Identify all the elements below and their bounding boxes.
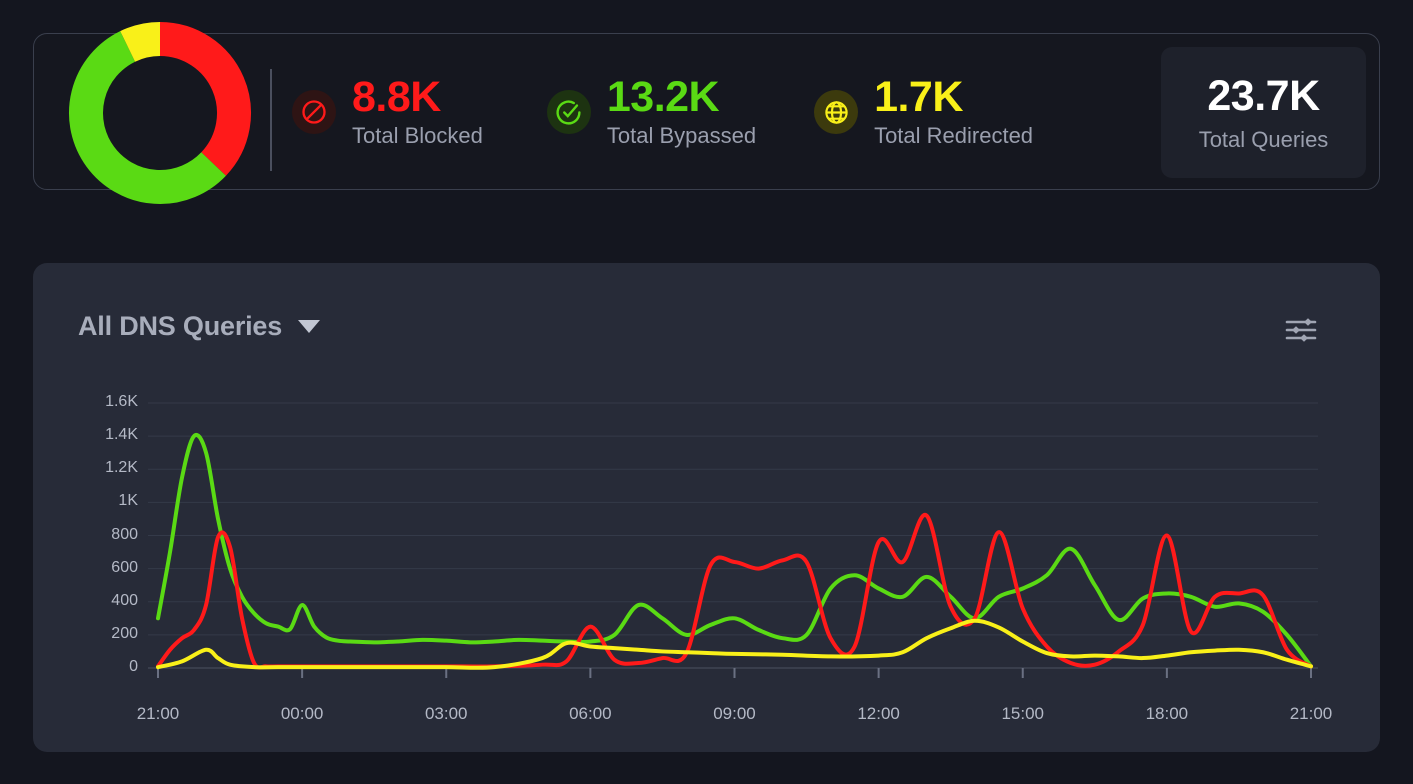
globe-icon xyxy=(814,90,858,134)
chart-plot-area xyxy=(33,263,1380,752)
x-axis-tick-label: 21:00 xyxy=(118,704,198,724)
y-axis-tick-label: 600 xyxy=(78,559,138,577)
x-axis-tick-label: 09:00 xyxy=(695,704,775,724)
y-axis-tick-label: 800 xyxy=(78,526,138,544)
stat-bypassed-label: Total Bypassed xyxy=(607,123,756,149)
blocked-icon xyxy=(292,90,336,134)
stat-redirected-text: 1.7K Total Redirected xyxy=(874,76,1033,150)
query-distribution-donut xyxy=(62,15,258,211)
stat-blocked-value: 8.8K xyxy=(352,76,483,120)
y-axis-tick-label: 1.2K xyxy=(78,459,138,477)
x-axis-tick-label: 03:00 xyxy=(406,704,486,724)
stat-bypassed-value: 13.2K xyxy=(607,76,756,120)
donut-segment-blocked xyxy=(160,39,234,164)
stat-blocked-text: 8.8K Total Blocked xyxy=(352,76,483,150)
total-queries-value: 23.7K xyxy=(1207,72,1319,121)
stat-blocked-label: Total Blocked xyxy=(352,123,483,149)
x-axis-tick-label: 18:00 xyxy=(1127,704,1207,724)
stat-bypassed-text: 13.2K Total Bypassed xyxy=(607,76,756,150)
series-line-blocked xyxy=(158,515,1311,668)
donut-segment-redirected xyxy=(128,39,160,46)
series-line-redirected xyxy=(158,621,1311,668)
total-queries-label: Total Queries xyxy=(1199,127,1329,153)
summary-card: 8.8K Total Blocked 13.2K Total Bypassed xyxy=(33,33,1380,190)
stat-bypassed[interactable]: 13.2K Total Bypassed xyxy=(547,76,756,150)
y-axis-tick-label: 400 xyxy=(78,592,138,610)
stat-redirected[interactable]: 1.7K Total Redirected xyxy=(814,76,1033,150)
donut-svg xyxy=(62,15,258,211)
stat-redirected-value: 1.7K xyxy=(874,76,1033,120)
x-axis-tick-label: 12:00 xyxy=(839,704,919,724)
stat-blocked[interactable]: 8.8K Total Blocked xyxy=(292,76,483,150)
dashboard-root: 8.8K Total Blocked 13.2K Total Bypassed xyxy=(0,0,1413,784)
y-axis-tick-label: 0 xyxy=(78,658,138,676)
x-axis-tick-label: 00:00 xyxy=(262,704,342,724)
y-axis-tick-label: 1.4K xyxy=(78,426,138,444)
summary-divider xyxy=(270,69,272,171)
stat-total-queries[interactable]: 23.7K Total Queries xyxy=(1161,47,1366,178)
stat-redirected-label: Total Redirected xyxy=(874,123,1033,149)
y-axis-tick-label: 1K xyxy=(78,492,138,510)
check-circle-icon xyxy=(547,90,591,134)
dns-queries-chart-panel: All DNS Queries 02004006008001K1.2K1.4K1… xyxy=(33,263,1380,752)
x-axis-tick-label: 06:00 xyxy=(550,704,630,724)
y-axis-tick-label: 1.6K xyxy=(78,393,138,411)
x-axis-tick-label: 21:00 xyxy=(1271,704,1351,724)
y-axis-tick-label: 200 xyxy=(78,625,138,643)
stats-group: 8.8K Total Blocked 13.2K Total Bypassed xyxy=(292,34,1033,191)
x-axis-tick-label: 15:00 xyxy=(983,704,1063,724)
